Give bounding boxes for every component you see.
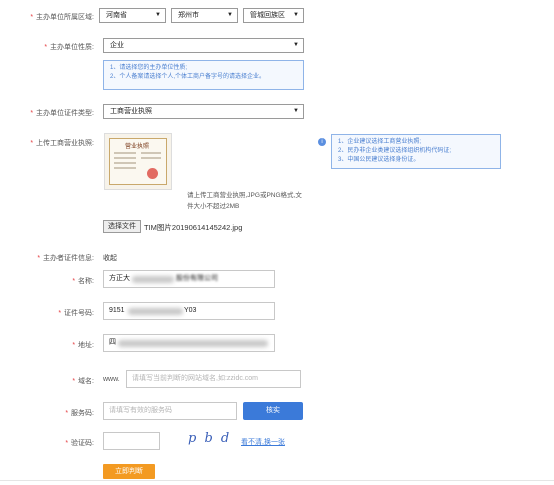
nature-select[interactable]: 企业 ▼ [103, 38, 304, 53]
collapse-toggle[interactable]: 收起 [103, 253, 117, 263]
captcha-input[interactable] [103, 432, 160, 450]
upload-hint: 请上传工商营业执照,JPG或PNG格式,文 件大小不超过2MB [187, 192, 302, 210]
domain-prefix: www. [103, 376, 120, 383]
nature-tip-box: 1、请选择您的主办单位性质; 2、个人备案请选择个人,个体工商户备字号的请选择企… [103, 60, 304, 90]
domain-input[interactable]: 请填写当前判断的网站域名,如:zzidc.com [126, 370, 301, 388]
bottom-divider [0, 480, 554, 481]
nature-tip-2: 2、个人备案请选择个人,个体工商户备字号的请选择企业。 [110, 74, 266, 80]
chevron-down-icon: ▼ [155, 12, 161, 18]
verify-button[interactable]: 核实 [243, 402, 303, 420]
chevron-down-icon: ▼ [293, 108, 299, 114]
cert-no-label: * 证件号码: [58, 310, 94, 317]
domain-label: * 域名: [72, 378, 94, 385]
nature-tip-1: 1、请选择您的主办单位性质; [110, 65, 188, 71]
license-preview-image: 营业执照 [104, 133, 172, 190]
service-code-label: * 服务码: [65, 410, 94, 417]
district-select[interactable]: 管城回族区 ▼ [243, 8, 304, 23]
captcha-label: * 验证码: [65, 440, 94, 447]
holder-info-label: * 主办者证件信息: [37, 255, 94, 262]
cert-no-input[interactable]: 9151 Y03 [103, 302, 275, 320]
chevron-down-icon: ▼ [227, 12, 233, 18]
info-icon: i [318, 138, 326, 146]
upload-tip-box: 1、企业建议选择工商营业执照; 2、民办非企业类建议选择组织机构代码证; 3、中… [331, 134, 501, 169]
captcha-image[interactable]: p b d [188, 431, 231, 446]
region-label: * 主办单位所属区域: [30, 14, 94, 21]
chevron-down-icon: ▼ [293, 12, 299, 18]
upload-tip-2: 2、民办非企业类建议选择组织机构代码证; [338, 148, 452, 154]
city-select[interactable]: 郑州市 ▼ [171, 8, 238, 23]
cert-type-label: * 主办单位证件类型: [30, 110, 94, 117]
seal-icon [147, 168, 158, 179]
upload-label: * 上传工商营业执照: [30, 140, 94, 147]
province-select[interactable]: 河南省 ▼ [99, 8, 166, 23]
name-input[interactable]: 方正大 股份有限公司 [103, 270, 275, 288]
upload-tip-1: 1、企业建议选择工商营业执照; [338, 139, 422, 145]
file-name: TIM图片20190614145242.jpg [144, 223, 243, 232]
address-input[interactable]: 四 [103, 334, 275, 352]
submit-button[interactable]: 立即判断 [103, 464, 155, 479]
refresh-captcha-link[interactable]: 看不清,换一张 [241, 437, 285, 447]
license-title: 营业执照 [125, 143, 150, 150]
service-code-input[interactable]: 请填写有效的服务码 [103, 402, 237, 420]
choose-file-button[interactable]: 选择文件 [103, 220, 141, 233]
cert-type-select[interactable]: 工商营业执照 ▼ [103, 104, 304, 119]
address-label: * 地址: [72, 342, 94, 349]
chevron-down-icon: ▼ [293, 42, 299, 48]
name-label: * 名称: [72, 278, 94, 285]
nature-label: * 主办单位性质: [44, 44, 94, 51]
upload-tip-3: 3、中国公民建议选择身份证。 [338, 157, 420, 163]
